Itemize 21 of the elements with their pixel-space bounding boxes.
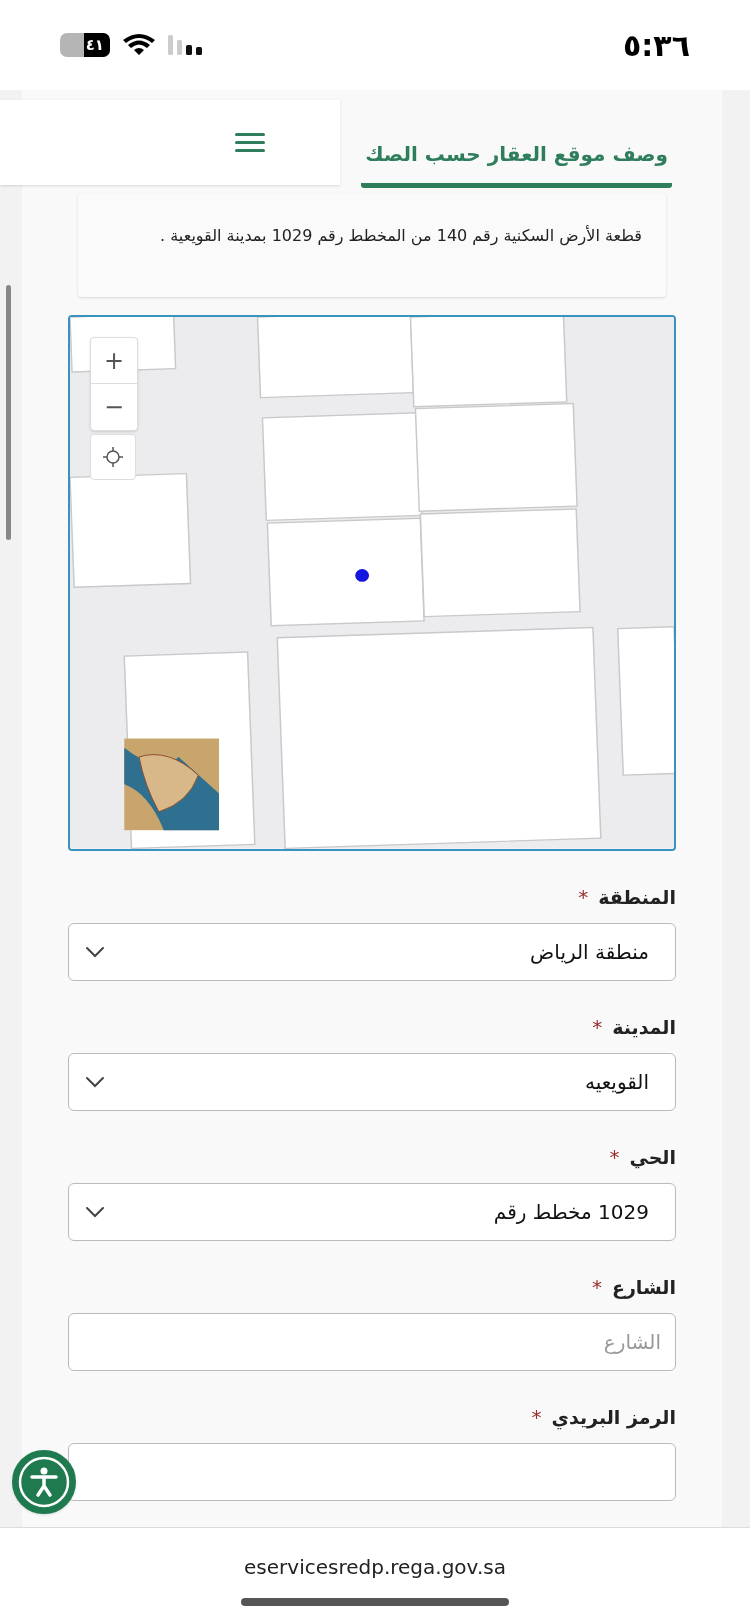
field-label: المدينة xyxy=(612,1014,676,1040)
required-mark: * xyxy=(591,1274,602,1301)
zoom-in-button[interactable]: + xyxy=(91,338,137,385)
required-mark: * xyxy=(609,1144,620,1171)
field-label: الرمز البريدي xyxy=(551,1404,676,1432)
description-text: قطعة الأرض السكنية رقم 140 من المخطط رقم 1029 بمدينة القويعية . xyxy=(160,224,642,248)
clock-time: ٥:٣٦ xyxy=(623,26,690,65)
zoom-out-button[interactable]: − xyxy=(91,384,137,431)
required-mark: * xyxy=(531,1404,542,1431)
text-field[interactable]: الشارع xyxy=(68,1313,676,1371)
select-field[interactable]: القويعيه xyxy=(68,1053,676,1111)
required-mark: * xyxy=(578,884,589,911)
section-tab[interactable]: وصف موقع العقار حسب الصك xyxy=(361,138,672,188)
field-label: المنطقة xyxy=(598,884,676,910)
required-mark: * xyxy=(592,1014,603,1041)
field-label: الشارع xyxy=(611,1274,676,1301)
select-field[interactable]: 1029 مخطط رقم xyxy=(68,1183,676,1241)
select-field[interactable]: منطقة الرياض xyxy=(68,923,676,981)
url-text[interactable]: eservicesredp.rega.gov.sa xyxy=(244,1552,506,1582)
battery-level: ٤١ xyxy=(85,37,105,53)
field-label: الحي xyxy=(629,1144,676,1171)
